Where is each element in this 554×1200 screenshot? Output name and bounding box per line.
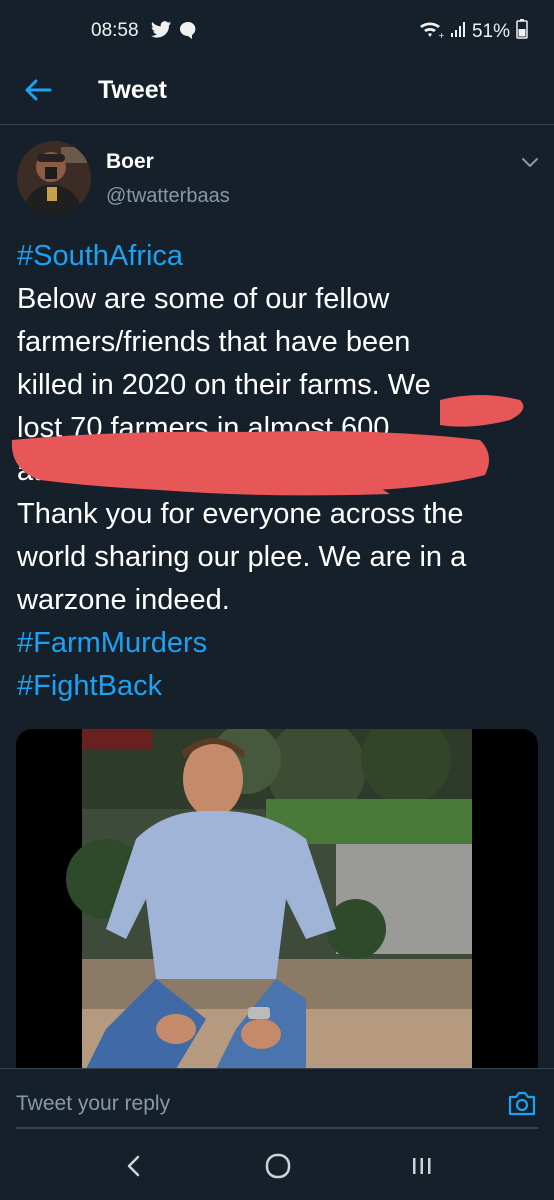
nav-recents-button[interactable] [402,1152,442,1184]
tweet-line: Thank you for everyone across the [17,498,464,530]
page-title: Tweet [98,76,167,104]
reply-underline [16,1127,538,1129]
tweet-text: #SouthAfrica Below are some of our fello… [17,235,542,708]
nav-back-button[interactable] [114,1152,154,1184]
battery-percent: 51% [471,21,510,42]
tweet-line: Below are some of our fellow [17,283,390,315]
twitter-icon [150,20,172,45]
status-right-group: + 51% [418,19,528,45]
chevron-down-icon[interactable] [518,150,542,174]
message-icon [178,20,198,45]
tweet-line: killed in 2020 on their farms. We [17,369,431,401]
wifi-icon: + [418,19,445,45]
back-button[interactable] [20,74,56,110]
hashtag-southafrica[interactable]: #SouthAfrica [17,235,542,278]
svg-text:+: + [438,31,444,39]
author-handle[interactable]: @twatterbaas [106,185,230,208]
tweet-line: world sharing our plee. We are in a [17,541,467,573]
arrow-left-icon [24,79,52,106]
tweet-media-image[interactable] [16,729,538,1069]
hashtag-fightback[interactable]: #FightBack [17,665,542,708]
chevron-left-icon [124,1154,144,1183]
recents-icon [409,1154,435,1183]
signal-icon [450,20,466,44]
author-name[interactable]: Boer [106,150,154,174]
header: Tweet [0,62,554,125]
reply-input[interactable]: Tweet your reply [16,1087,486,1121]
tweet-line: lost 70 farmers in almost 600 [17,412,390,444]
home-circle-icon [264,1152,292,1185]
hashtag-farmmurders[interactable]: #FarmMurders [17,622,542,665]
status-time: 08:58 [91,20,139,41]
system-nav-bar [0,1134,554,1200]
avatar[interactable] [17,141,91,215]
camera-icon[interactable] [506,1087,538,1119]
nav-home-button[interactable] [258,1152,298,1184]
battery-icon [516,19,528,45]
tweet-line: attacks [17,455,109,487]
tweet-line: warzone indeed. [17,584,230,616]
reply-bar: Tweet your reply [0,1068,554,1135]
tweet-line: farmers/friends that have been [17,326,411,358]
status-bar: 08:58 + 51% [0,0,554,62]
